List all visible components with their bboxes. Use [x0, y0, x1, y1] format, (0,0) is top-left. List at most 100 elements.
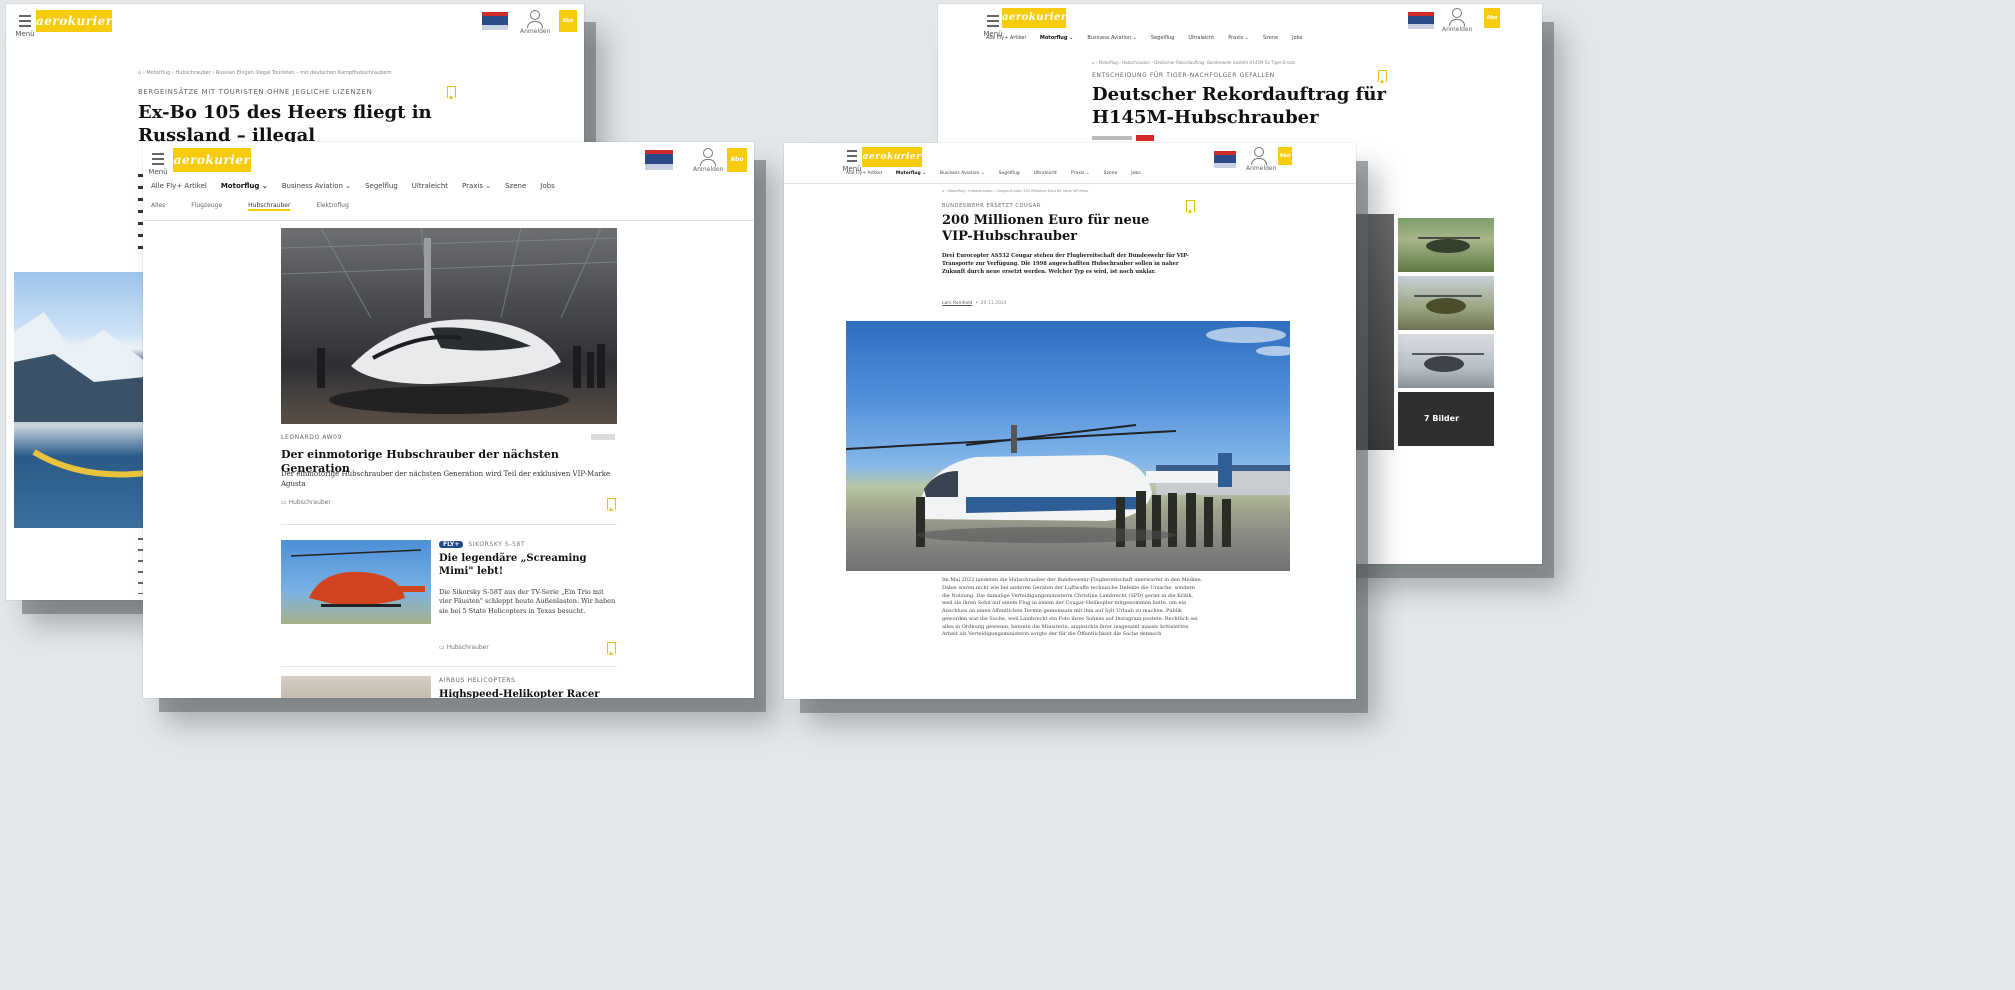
account-button[interactable]: Anmelden	[1246, 147, 1276, 172]
hamburger-icon	[14, 15, 36, 27]
gallery-thumb-1[interactable]	[1398, 218, 1494, 272]
fly-plus-badge: FLY+	[439, 541, 464, 548]
article-kicker: BUNDESWEHR ERSETZT COUGAR	[942, 203, 1041, 209]
nav-item[interactable]: Segelflug	[365, 182, 398, 190]
user-icon	[1254, 147, 1264, 157]
nav-item[interactable]: Ultraleicht	[412, 182, 448, 190]
cougar-hero-photo[interactable]	[846, 321, 1290, 571]
promo-flag-icon[interactable]	[1408, 12, 1434, 29]
card-title[interactable]: Highspeed-Helikopter Racer	[439, 688, 617, 698]
fly-plus-badge	[1136, 135, 1154, 141]
card-teaser: Die Sikorsky S-58T aus der TV-Serie „Ein…	[439, 588, 616, 615]
nav-item-active[interactable]: Motorflug ⌄	[221, 182, 268, 190]
helicopter-graphic	[846, 327, 1290, 547]
abo-button[interactable]: Abo	[1484, 8, 1500, 28]
menu-button[interactable]: Menü	[147, 150, 169, 176]
gallery-more-tile[interactable]: 7 Bilder	[1398, 392, 1494, 446]
site-header: Menü aerokurier Anmelden Abo	[6, 4, 584, 46]
card-kicker: FLY+ SIKORSKY S-58T	[439, 541, 525, 548]
nav-item[interactable]: Alle Fly+ Artikel	[151, 182, 207, 190]
article-title: Deutscher Rekordauftrag für H145M-Hubsch…	[1092, 84, 1386, 128]
subnav-item[interactable]: Elektroflug	[316, 202, 348, 209]
breadcrumb[interactable]: ⌂ › Motorflug › Hubschrauber › Deutscher…	[1092, 60, 1295, 65]
breadcrumb[interactable]: ⌂ › Motorflug › Hubschrauber › Russian E…	[138, 70, 392, 76]
nav-item[interactable]: Jobs	[1131, 171, 1140, 176]
nav-item[interactable]: Segelflug	[1151, 35, 1174, 41]
nav-item[interactable]: Praxis ⌄	[1228, 35, 1249, 41]
site-logo[interactable]: aerokurier	[173, 148, 251, 172]
tag-icon: ▭	[439, 644, 447, 651]
promo-flag-icon[interactable]	[482, 12, 508, 30]
article-title: 200 Millionen Euro für neue VIP-Hubschra…	[942, 213, 1150, 245]
nav-item[interactable]: Jobs	[1292, 35, 1302, 41]
bookmark-icon[interactable]	[607, 642, 616, 655]
bookmark-icon[interactable]	[1186, 200, 1195, 213]
site-logo[interactable]: aerokurier	[862, 147, 922, 167]
main-nav: Alle Fly+ Artikel Motorflug ⌄ Business Avi…	[151, 182, 569, 190]
author-link[interactable]: Lars Reinhold	[942, 301, 972, 306]
gallery-main-photo[interactable]	[1354, 214, 1394, 450]
nav-item[interactable]: Alle Fly+ Artikel	[846, 171, 882, 176]
site-logo[interactable]: aerokurier	[1002, 8, 1066, 28]
subnav-item[interactable]: Flugzeuge	[191, 202, 222, 209]
bookmark-icon[interactable]	[1378, 70, 1387, 83]
site-header: Menü aerokurier Anmelden Abo	[143, 142, 754, 178]
user-icon	[1452, 8, 1462, 18]
nav-item[interactable]: Segelflug	[999, 171, 1020, 176]
sub-nav: Alles Flugzeuge Hubschrauber Elektroflug	[151, 202, 375, 211]
card-tag[interactable]: ▭ Hubschrauber	[281, 499, 331, 506]
alpine-helipad-photo	[14, 272, 154, 528]
card-kicker: LEONARDO AW09	[281, 434, 343, 441]
promo-flag-icon[interactable]	[1214, 151, 1236, 168]
nav-item[interactable]: Praxis ⌄	[462, 182, 491, 190]
nav-item[interactable]: Ultraleicht	[1188, 35, 1214, 41]
s58t-photo[interactable]	[281, 540, 431, 624]
account-button[interactable]: Anmelden	[693, 148, 723, 173]
nav-item[interactable]: Praxis ⌄	[1071, 171, 1090, 176]
nav-item[interactable]: Szene	[1263, 35, 1278, 41]
nav-item[interactable]: Business Aviation ⌄	[282, 182, 351, 190]
mountain-graphic	[14, 312, 154, 478]
nav-item-active[interactable]: Motorflug ⌄	[896, 171, 926, 176]
card-tag[interactable]: ▭ Hubschrauber	[439, 644, 489, 651]
nav-item[interactable]: Business Aviation ⌄	[1087, 35, 1137, 41]
racer-photo[interactable]	[281, 676, 431, 698]
menu-button[interactable]: Menü	[14, 12, 36, 38]
article-byline: Lars Reinhold • 20.11.2024	[942, 301, 1007, 306]
abo-button[interactable]: Abo	[727, 148, 747, 172]
hamburger-icon	[147, 153, 169, 165]
nav-item[interactable]: Szene	[505, 182, 526, 190]
site-logo[interactable]: aerokurier	[36, 10, 112, 32]
nav-divider	[143, 220, 754, 221]
subnav-item-active[interactable]: Hubschrauber	[248, 202, 291, 211]
menu-button[interactable]: Menü	[842, 147, 862, 173]
main-nav: Alle Fly+ Artikel Motorflug ⌄ Business Avi…	[986, 35, 1316, 41]
promo-flag-icon[interactable]	[645, 150, 673, 170]
bookmark-icon[interactable]	[607, 498, 616, 511]
abo-button[interactable]: Abo	[559, 10, 577, 32]
nav-item[interactable]: Jobs	[540, 182, 554, 190]
hamburger-icon	[842, 150, 862, 162]
aw09-hangar-photo[interactable]	[281, 228, 617, 424]
card-divider	[281, 524, 617, 525]
nav-item[interactable]: Alle Fly+ Artikel	[986, 35, 1026, 41]
abo-button[interactable]: Abo	[1278, 147, 1292, 165]
breadcrumb[interactable]: ⌂ › Motorflug › Hubschrauber › Cougar-Er…	[942, 189, 1088, 193]
subnav-item[interactable]: Alles	[151, 202, 165, 209]
gallery-thumb-3[interactable]	[1398, 334, 1494, 388]
article-kicker: BERGEINSÄTZE MIT TOURISTEN OHNE JEGLICHE…	[138, 88, 373, 96]
card-title[interactable]: Die legendäre „Screaming Mimi" lebt!	[439, 552, 617, 578]
site-header: Menü aerokurier Anmelden Abo Alle Fly+ A…	[938, 4, 1542, 54]
nav-item[interactable]: Szene	[1104, 171, 1118, 176]
account-button[interactable]: Anmelden	[520, 10, 550, 35]
nav-item[interactable]: Business Aviation ⌄	[940, 171, 985, 176]
nav-item[interactable]: Ultraleicht	[1034, 171, 1057, 176]
user-icon	[703, 148, 713, 158]
account-button[interactable]: Anmelden	[1442, 8, 1472, 33]
site-header: Menü aerokurier Anmelden Abo Alle Fly+ A…	[784, 143, 1356, 179]
user-icon	[530, 10, 540, 20]
bookmark-icon[interactable]	[447, 86, 456, 99]
nav-item-active[interactable]: Motorflug ⌄	[1040, 35, 1073, 41]
card-teaser: Der einmotorige Hubschrauber der nächste…	[281, 470, 611, 489]
gallery-thumb-2[interactable]	[1398, 276, 1494, 330]
